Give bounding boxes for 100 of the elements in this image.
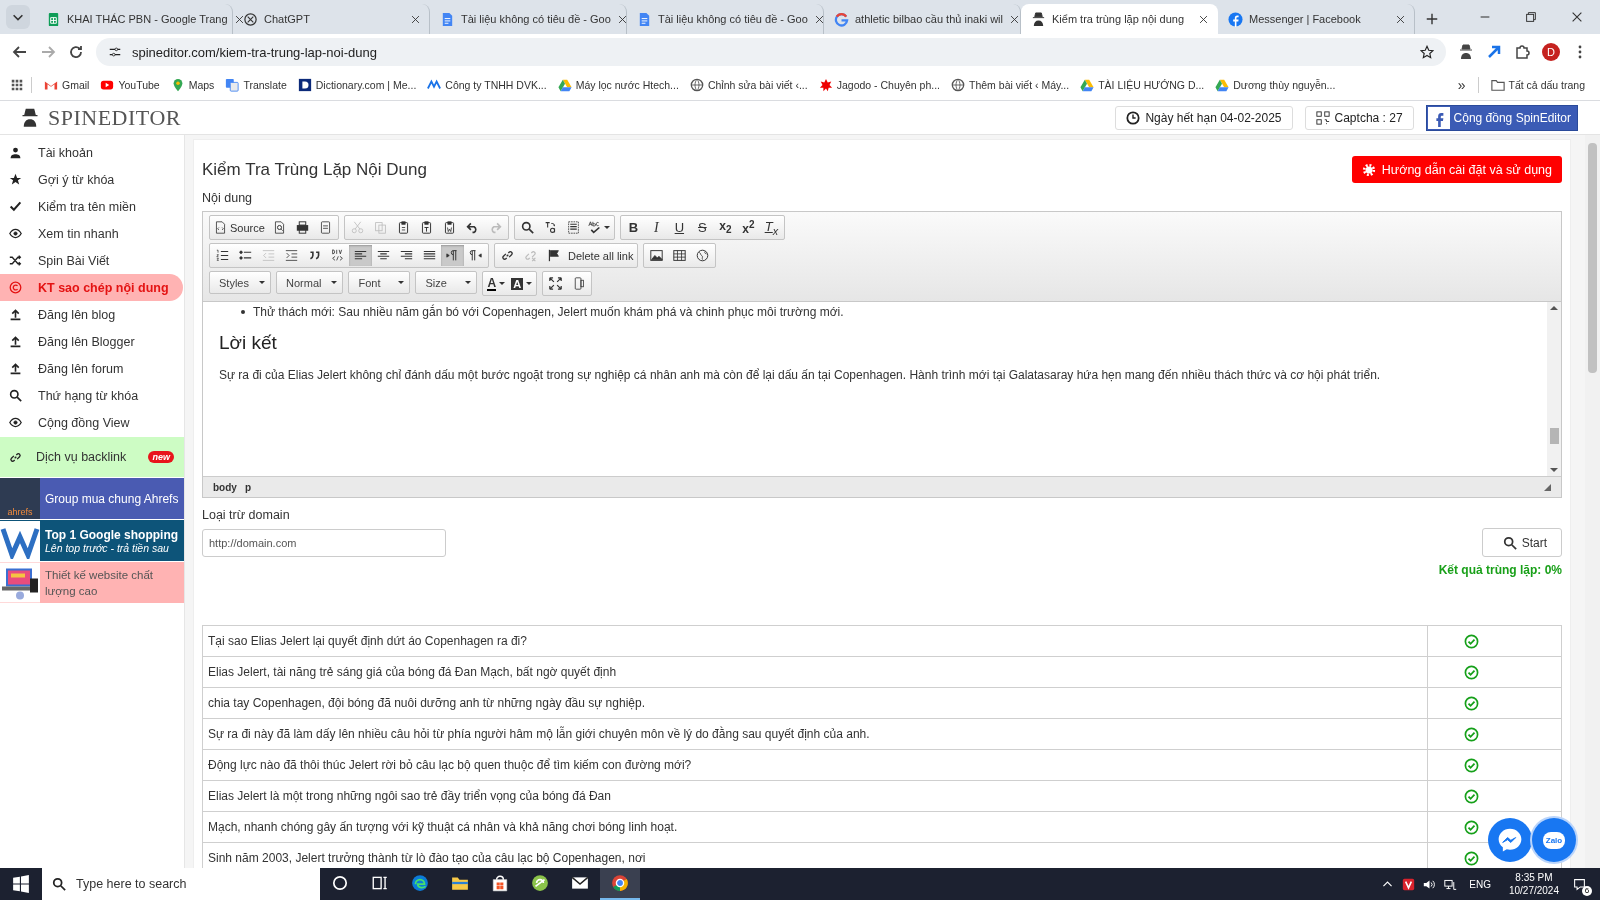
bookmark[interactable]: Jagodo - Chuyên ph...: [813, 76, 946, 94]
format-dropdown[interactable]: Normal: [276, 271, 344, 294]
sidebar-item[interactable]: Đăng lên forum: [0, 355, 183, 382]
selectall-icon: [566, 221, 580, 234]
bookmark[interactable]: Maps: [165, 76, 220, 94]
extensions-icon[interactable]: [1514, 44, 1530, 60]
extension-icon[interactable]: [1486, 44, 1502, 60]
sidebar-item[interactable]: Kiểm tra tên miền: [0, 193, 183, 220]
sub-button[interactable]: x$_{2}$: [713, 217, 737, 238]
close-icon[interactable]: [616, 13, 628, 25]
close-icon[interactable]: [1009, 13, 1020, 25]
format-dropdown[interactable]: Font: [348, 271, 411, 294]
backlink-label: Dịch vụ backlink: [36, 450, 128, 464]
windows-start-icon[interactable]: [12, 875, 30, 893]
close-icon[interactable]: [410, 13, 421, 25]
bookmark[interactable]: TÀI LIỆU HƯỚNG D...: [1075, 76, 1210, 94]
close-icon[interactable]: [813, 13, 825, 25]
more-bookmarks-button[interactable]: »: [1452, 75, 1471, 95]
sidebar-item[interactable]: Spin Bài Viết: [0, 247, 183, 274]
mail-icon: [571, 874, 589, 892]
bullet-text: Thử thách mới: Sau nhiều năm gắn bó với Copenhagen, Jelert muốn khám phá và chinh phục môi trường mới.: [253, 304, 844, 320]
user-icon: [9, 146, 22, 159]
sidebar-item[interactable]: Cộng đồng View: [0, 409, 183, 436]
network-icon[interactable]: [1444, 877, 1458, 891]
ahrefs-banner[interactable]: ahrefs Group mua chung Ahrefs: [0, 478, 184, 519]
taskbar-app[interactable]: [600, 868, 640, 900]
bold-button[interactable]: B: [621, 217, 645, 238]
edge-icon: [411, 874, 429, 892]
reload-icon[interactable]: [68, 44, 84, 60]
bookmark[interactable]: Translate: [220, 76, 292, 94]
element-path[interactable]: p: [244, 481, 251, 493]
guide-button[interactable]: Hướng dẫn cài đặt và sử dụng: [1351, 156, 1562, 183]
domain-field[interactable]: http://domain.com: [202, 528, 446, 557]
sup-button[interactable]: x$^{2}$: [736, 217, 760, 238]
italic-button[interactable]: I: [644, 217, 668, 238]
bookmark[interactable]: Chỉnh sửa bài viết ‹...: [684, 76, 813, 94]
sidebar-item[interactable]: Đăng lên Blogger: [0, 328, 183, 355]
speaker-icon[interactable]: [1423, 877, 1437, 891]
zalo-button[interactable]: Zalo: [1532, 818, 1576, 862]
back-icon[interactable]: [12, 44, 28, 60]
close-icon[interactable]: [1570, 10, 1584, 24]
strike-button[interactable]: S: [690, 217, 714, 238]
community-link[interactable]: Cộng đồng SpinEditor: [1425, 104, 1578, 131]
source-button[interactable]: Source: [211, 217, 268, 238]
bookmark[interactable]: YouTube: [95, 76, 165, 94]
profile-avatar[interactable]: D: [1542, 43, 1560, 61]
explorer-icon: [451, 874, 469, 892]
website-banner[interactable]: Thiết kế website chất lượng cao: [0, 562, 184, 603]
bookmark[interactable]: Máy lọc nước Htech...: [552, 76, 684, 94]
bookmark[interactable]: Công ty TNHH DVK...: [422, 76, 552, 94]
underline-button[interactable]: U: [667, 217, 691, 238]
sidebar-item[interactable]: Tài khoản: [0, 139, 183, 166]
notification-icon[interactable]: [1573, 877, 1586, 891]
find-icon: [520, 221, 534, 234]
notification-count: 6: [1582, 885, 1592, 896]
sidebar-item[interactable]: Thứ hạng từ khóa: [0, 382, 183, 409]
shopping-banner[interactable]: Top 1 Google shopping Lên top trước - trả tiền sau: [0, 520, 184, 561]
element-path[interactable]: body: [213, 481, 237, 493]
textcolor-button[interactable]: A: [484, 273, 509, 294]
close-icon[interactable]: [1198, 13, 1209, 25]
delete-links-button[interactable]: Delete all link: [565, 245, 637, 266]
format-dropdown[interactable]: Size: [415, 271, 478, 294]
align-left-icon: [354, 249, 367, 262]
restore-icon[interactable]: [1524, 10, 1538, 24]
close-icon[interactable]: [1395, 13, 1406, 25]
resize-handle[interactable]: [1544, 483, 1551, 491]
clock[interactable]: 8:35 PM 10/27/2024: [1508, 871, 1559, 897]
bookmark[interactable]: Gmail: [39, 76, 95, 94]
start-button[interactable]: Start: [1481, 528, 1562, 557]
language-indicator[interactable]: ENG: [1469, 878, 1491, 890]
bookmark[interactable]: Dương thùy nguyễn...: [1210, 76, 1341, 94]
bookmark[interactable]: Dictionary.com | Me...: [292, 76, 422, 94]
close-icon[interactable]: [233, 13, 245, 25]
ahrefs-logo: ahrefs: [0, 478, 40, 519]
browser-tab[interactable]: Kiểm tra trùng lặp nội dung: [1021, 4, 1218, 34]
bookmark-star-icon[interactable]: [1420, 45, 1434, 59]
bookmark[interactable]: Thêm bài viết ‹ Máy...: [946, 76, 1075, 94]
sidebar-item[interactable]: Gợi ý từ khóa: [0, 166, 183, 193]
paste-icon: [396, 221, 410, 234]
site-settings-icon[interactable]: [108, 45, 122, 59]
address-bar[interactable]: spineditor.com/kiem-tra-trung-lap-noi-dung: [96, 38, 1446, 66]
scrollbar[interactable]: [1547, 302, 1561, 476]
upload-icon: [9, 335, 22, 348]
taskbar-search-field[interactable]: Type here to search: [42, 868, 320, 900]
backlink-item[interactable]: Dịch vụ backlink new: [0, 437, 184, 477]
page-scrollbar[interactable]: [1585, 135, 1600, 868]
format-dropdown[interactable]: Styles: [209, 271, 271, 294]
sidebar-item[interactable]: Đăng lên blog: [0, 301, 183, 328]
tab-list-button[interactable]: [6, 5, 30, 29]
unlink-icon: [524, 249, 537, 262]
extension-icon[interactable]: [1458, 44, 1474, 60]
bgcolor-button[interactable]: A: [508, 273, 536, 294]
ltr-button[interactable]: [441, 245, 464, 266]
content-heading: Lời kết: [219, 332, 278, 354]
clear-button[interactable]: T$_{x}$: [759, 217, 783, 238]
align-left-button[interactable]: [349, 245, 372, 266]
all-bookmarks-button[interactable]: Tất cả dấu trang: [1485, 76, 1590, 94]
sidebar-item[interactable]: Xem tin nhanh: [0, 220, 183, 247]
apps-icon[interactable]: [10, 78, 24, 92]
new-tab-icon[interactable]: [1425, 12, 1439, 26]
